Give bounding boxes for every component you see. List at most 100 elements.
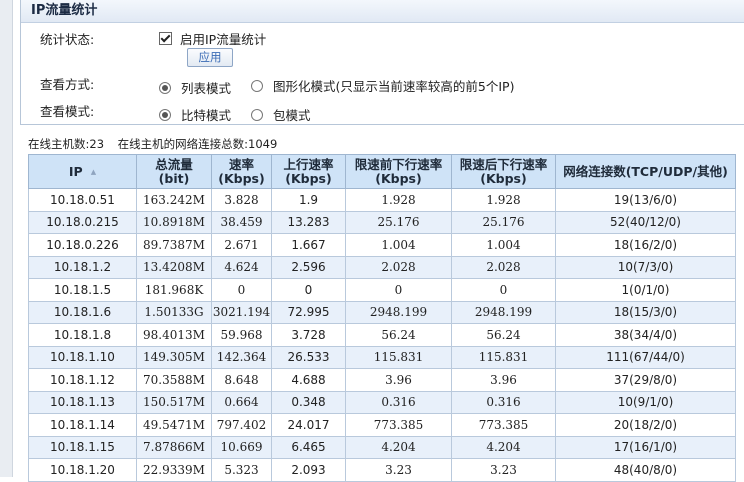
column-header-connections[interactable]: 网络连接数(TCP/UDP/其他)	[555, 154, 736, 189]
column-header-upload-rate[interactable]: 上行速率 (Kbps)	[271, 154, 346, 189]
bit-mode-label: 比特模式	[181, 108, 232, 123]
graph-mode-option[interactable]: 图形化模式(只显示当前速率较高的前5个IP)	[251, 76, 514, 95]
cell-total-traffic: 89.7387M	[136, 233, 212, 257]
cell-rate: 797.402	[211, 413, 272, 437]
list-mode-radio[interactable]	[159, 81, 171, 94]
column-header-label: 上行速率	[283, 156, 334, 172]
table-row: 10.18.1.10 149.305M 142.364 26.533 115.831 11…	[28, 345, 736, 369]
cell-total-traffic: 150.517M	[136, 390, 212, 414]
table-row: 10.18.1.6 1.50133G 3021.194 72.995 2948.199 2…	[28, 300, 736, 324]
table-row: 10.18.1.13 150.517M 0.664 0.348 0.316 0.316 10…	[28, 390, 736, 414]
ip-traffic-table: IP ▲ 总流量 (bit) 速率 (Kbps) 上行速率 (Kbps) 限速前下行速率 (Kbp…	[28, 154, 736, 482]
bit-mode-option[interactable]: 比特模式	[159, 105, 231, 124]
cell-rate: 38.459	[211, 210, 272, 234]
column-header-ip[interactable]: IP ▲	[28, 154, 137, 189]
cell-download-before-limit: 1.004	[345, 233, 452, 257]
column-header-label: IP	[68, 163, 83, 179]
cell-rate: 59.968	[211, 323, 272, 347]
cell-rate: 0	[211, 278, 272, 302]
cell-total-traffic: 7.87866M	[136, 435, 212, 459]
cell-download-before-limit: 3.23	[345, 458, 452, 482]
graph-mode-radio[interactable]	[251, 79, 264, 92]
cell-connections: 52(40/12/0)	[555, 210, 736, 234]
apply-button[interactable]: 应用	[187, 48, 233, 67]
table-row: 10.18.0.226 89.7387M 2.671 1.667 1.004 1.004 1…	[28, 233, 736, 257]
cell-download-before-limit: 0.316	[345, 390, 452, 414]
cell-ip: 10.18.1.14	[28, 413, 137, 437]
cell-upload-rate: 3.728	[271, 323, 346, 347]
column-header-unit: (Kbps)	[218, 170, 265, 186]
cell-download-before-limit: 2948.199	[345, 300, 452, 324]
enable-checkbox[interactable]	[159, 32, 172, 45]
cell-ip: 10.18.1.12	[28, 368, 137, 392]
column-header-total-traffic[interactable]: 总流量 (bit)	[136, 154, 212, 189]
cell-rate: 3021.194	[211, 300, 272, 324]
cell-connections: 18(16/2/0)	[555, 233, 736, 257]
cell-download-before-limit: 115.831	[345, 345, 452, 369]
view-mode-options: 列表模式 图形化模式(只显示当前速率较高的前5个IP)	[159, 74, 534, 97]
cell-upload-rate: 6.465	[271, 435, 346, 459]
left-frame-strip	[0, 0, 13, 477]
cell-download-after-limit: 1.928	[451, 188, 556, 212]
column-header-rate[interactable]: 速率 (Kbps)	[211, 154, 272, 189]
packet-mode-option[interactable]: 包模式	[251, 105, 311, 124]
cell-upload-rate: 1.9	[271, 188, 346, 212]
list-mode-option[interactable]: 列表模式	[159, 78, 231, 97]
table-row: 10.18.1.2 13.4208M 4.624 2.596 2.028 2.028 10(…	[28, 255, 736, 279]
sort-ascending-icon[interactable]: ▲	[91, 168, 96, 176]
column-header-unit: (Kbps)	[480, 170, 527, 186]
cell-ip: 10.18.0.226	[28, 233, 137, 257]
cell-rate: 3.828	[211, 188, 272, 212]
column-header-label: 限速后下行速率	[459, 156, 548, 172]
cell-download-after-limit: 1.004	[451, 233, 556, 257]
table-row: 10.18.1.15 7.87866M 10.669 6.465 4.204 4.204 1…	[28, 435, 736, 459]
cell-download-after-limit: 773.385	[451, 413, 556, 437]
table-row: 10.18.1.20 22.9339M 5.323 2.093 3.23 3.23 48(4…	[28, 458, 736, 482]
cell-ip: 10.18.1.10	[28, 345, 137, 369]
cell-download-after-limit: 0.316	[451, 390, 556, 414]
table-row: 10.18.1.8 98.4013M 59.968 3.728 56.24 56.24 38…	[28, 323, 736, 347]
cell-ip: 10.18.1.8	[28, 323, 137, 347]
cell-ip: 10.18.1.5	[28, 278, 137, 302]
cell-download-after-limit: 2.028	[451, 255, 556, 279]
cell-upload-rate: 26.533	[271, 345, 346, 369]
cell-download-before-limit: 3.96	[345, 368, 452, 392]
cell-connections: 38(34/4/0)	[555, 323, 736, 347]
packet-mode-label: 包模式	[273, 108, 311, 123]
cell-upload-rate: 1.667	[271, 233, 346, 257]
cell-rate: 5.323	[211, 458, 272, 482]
column-header-download-after-limit[interactable]: 限速后下行速率 (Kbps)	[451, 154, 556, 189]
column-header-download-before-limit[interactable]: 限速前下行速率 (Kbps)	[345, 154, 452, 189]
view-mode-label: 查看方式:	[40, 77, 95, 92]
status-label: 统计状态:	[40, 32, 95, 47]
list-mode-label: 列表模式	[181, 81, 232, 96]
cell-download-before-limit: 0	[345, 278, 452, 302]
enable-checkbox-label: 启用IP流量统计	[180, 32, 267, 47]
packet-mode-radio[interactable]	[251, 108, 264, 121]
cell-rate: 0.664	[211, 390, 272, 414]
cell-ip: 10.18.1.20	[28, 458, 137, 482]
cell-download-after-limit: 3.96	[451, 368, 556, 392]
cell-total-traffic: 10.8918M	[136, 210, 212, 234]
cell-connections: 18(15/3/0)	[555, 300, 736, 324]
cell-rate: 10.669	[211, 435, 272, 459]
cell-download-after-limit: 3.23	[451, 458, 556, 482]
view-mode2-options: 比特模式 包模式	[159, 101, 331, 124]
cell-rate: 8.648	[211, 368, 272, 392]
cell-connections: 10(9/1/0)	[555, 390, 736, 414]
enable-checkbox-group[interactable]: 启用IP流量统计	[159, 29, 266, 48]
cell-download-after-limit: 2948.199	[451, 300, 556, 324]
cell-total-traffic: 1.50133G	[136, 300, 212, 324]
cell-download-before-limit: 56.24	[345, 323, 452, 347]
bit-mode-radio[interactable]	[159, 108, 171, 121]
cell-rate: 142.364	[211, 345, 272, 369]
cell-connections: 37(29/8/0)	[555, 368, 736, 392]
cell-ip: 10.18.1.13	[28, 390, 137, 414]
cell-upload-rate: 13.283	[271, 210, 346, 234]
cell-ip: 10.18.1.15	[28, 435, 137, 459]
table-row: 10.18.1.12 70.3588M 8.648 4.688 3.96 3.96 37(2…	[28, 368, 736, 392]
cell-total-traffic: 149.305M	[136, 345, 212, 369]
cell-total-traffic: 181.968K	[136, 278, 212, 302]
summary-line: 在线主机数:23 在线主机的网络连接总数:1049	[28, 136, 287, 152]
cell-connections: 111(67/44/0)	[555, 345, 736, 369]
